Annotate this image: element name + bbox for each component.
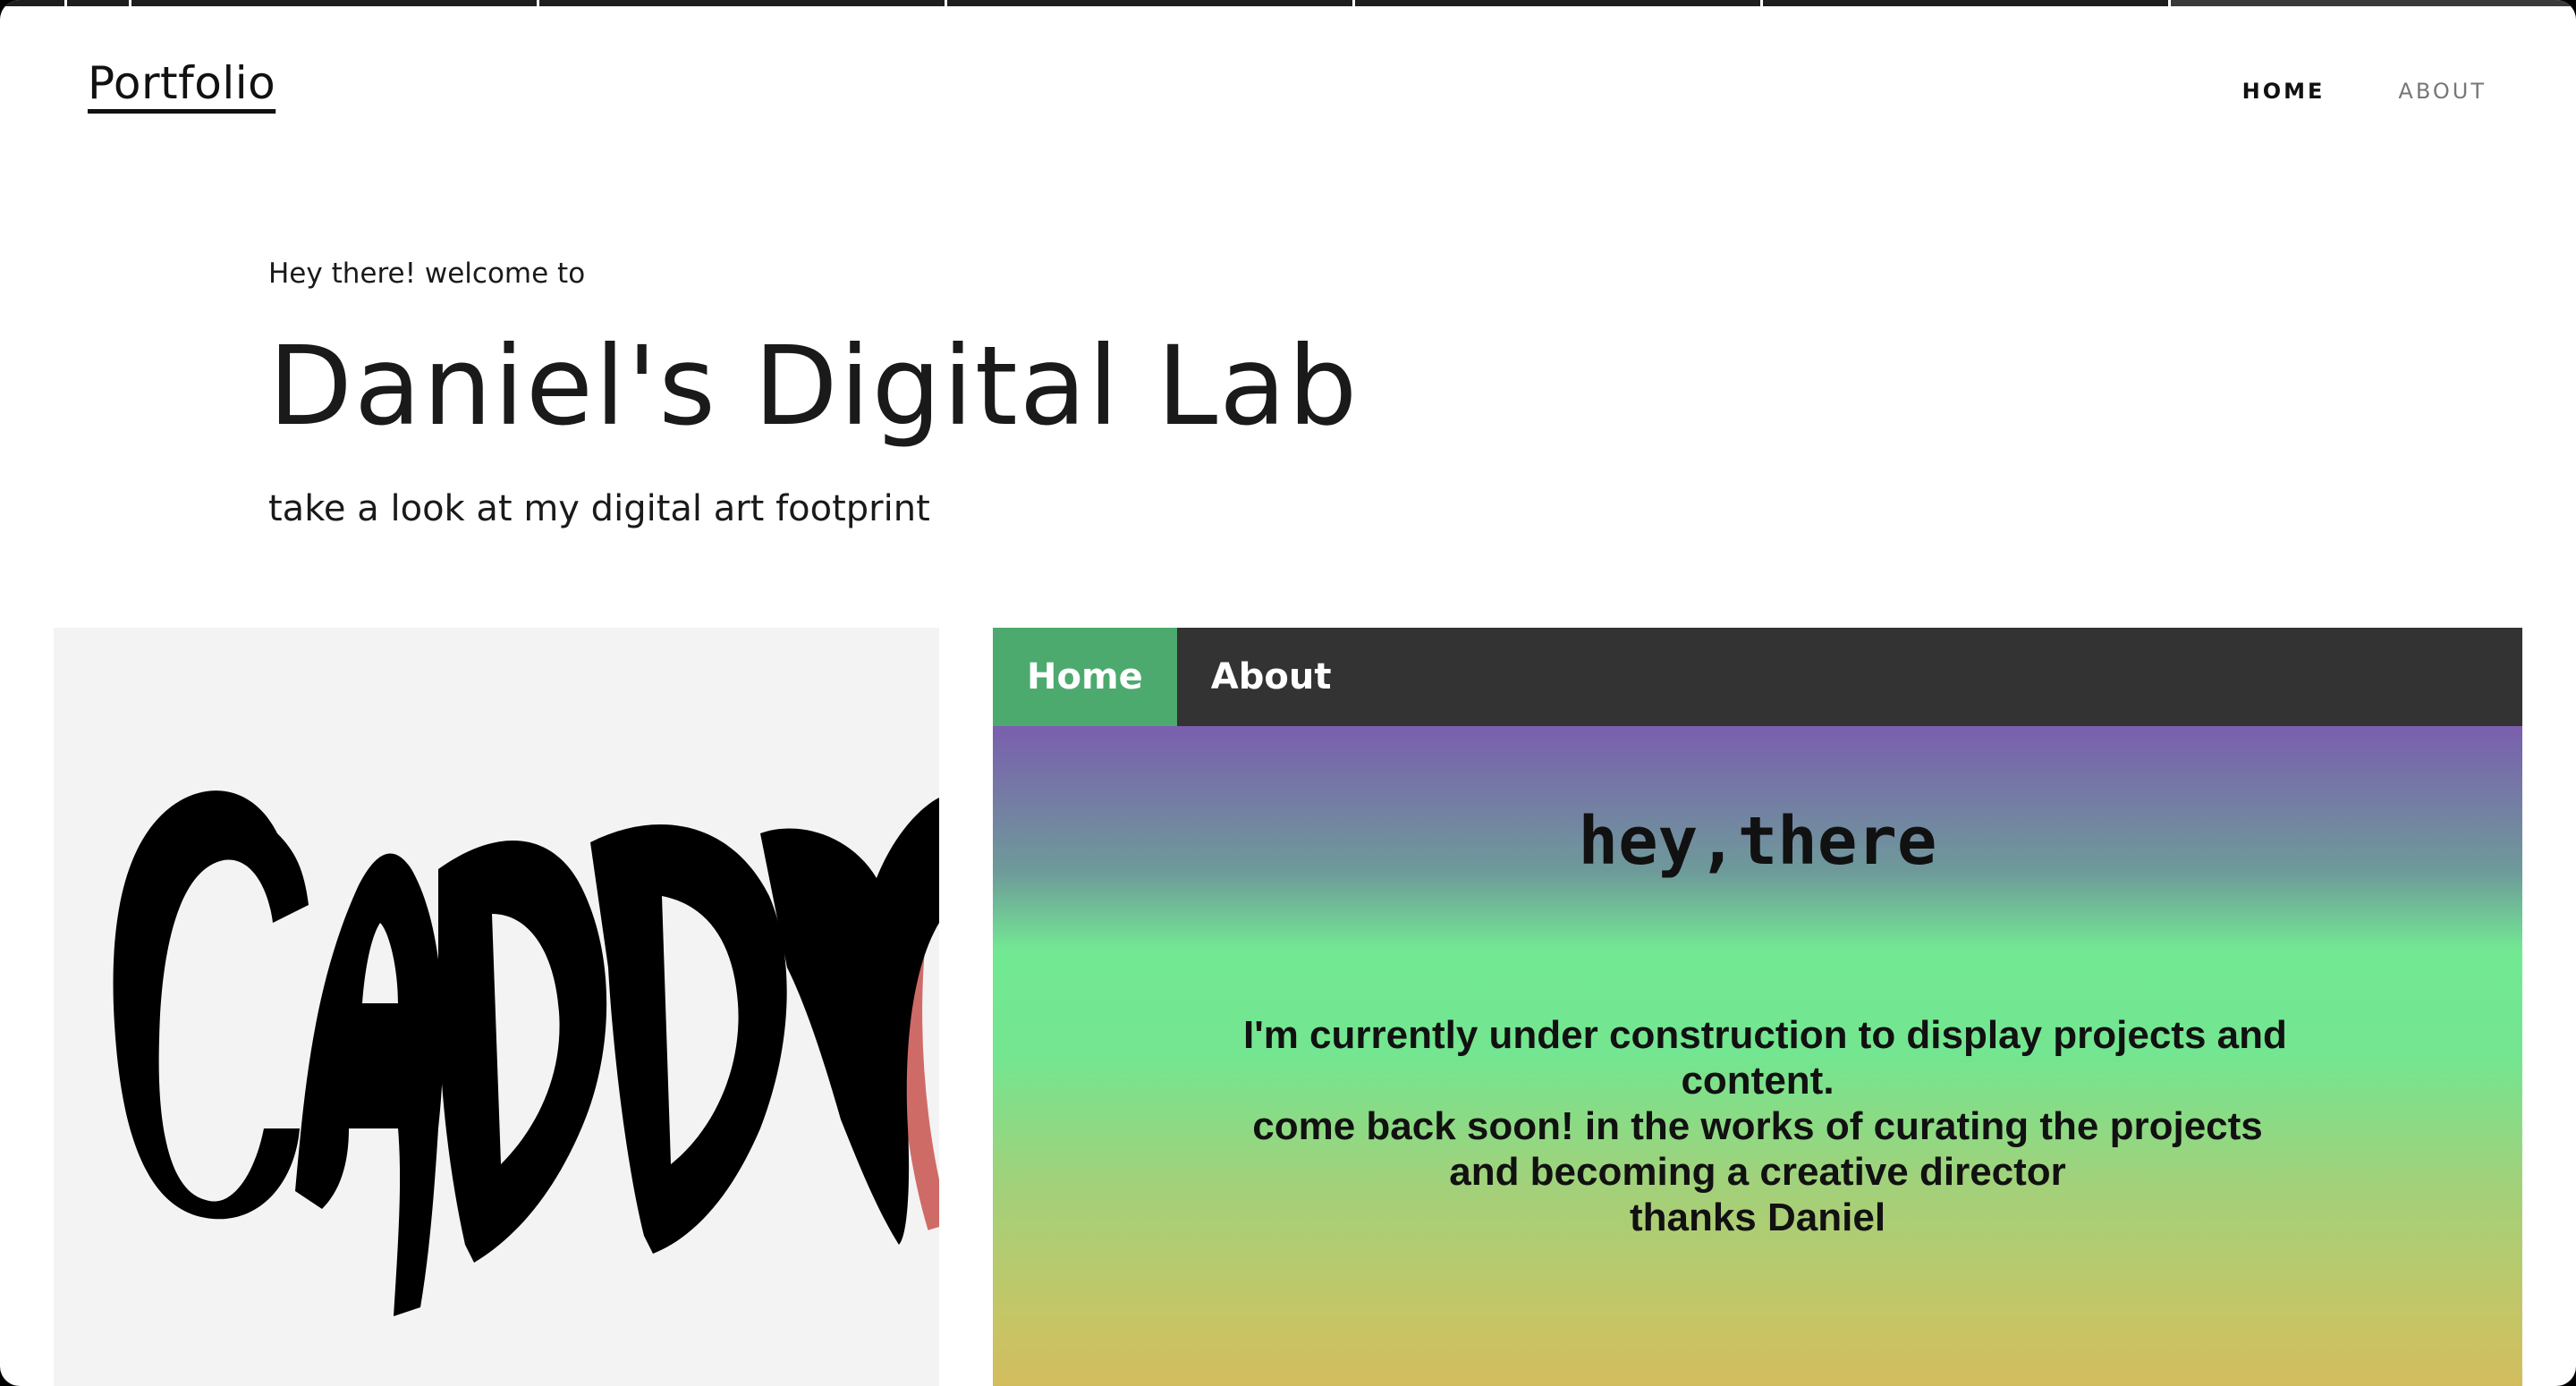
preview-message-line: come back soon! in the works of curating… <box>1252 1104 2263 1148</box>
tab-segment[interactable] <box>1355 0 1763 6</box>
preview-message-line: thanks Daniel <box>1629 1196 1886 1239</box>
project-card-caddy-artwork[interactable] <box>54 628 939 1386</box>
hero-kicker: Hey there! welcome to <box>268 258 586 290</box>
preview-message: I'm currently under construction to disp… <box>1243 1012 2287 1240</box>
letter-d-shape <box>590 824 787 1254</box>
preview-message-line: I'm currently under construction to disp… <box>1243 1013 2287 1057</box>
preview-gradient-body: hey,there I'm currently under constructi… <box>993 726 2522 1386</box>
hero-subtitle: take a look at my digital art footprint <box>268 488 930 529</box>
preview-message-line: content. <box>1681 1059 1835 1103</box>
preview-nav-about[interactable]: About <box>1177 628 1366 726</box>
brand-logo-link[interactable]: Portfolio <box>88 57 275 109</box>
nav-about-link[interactable]: ABOUT <box>2398 79 2487 104</box>
tab-segment[interactable] <box>2171 0 2576 6</box>
caddy-lettering-artwork <box>113 790 939 1316</box>
tab-segment[interactable] <box>947 0 1355 6</box>
preview-heading: hey,there <box>1578 803 1937 880</box>
hero-title: Daniel's Digital Lab <box>268 323 1360 450</box>
tab-segment[interactable] <box>67 0 131 6</box>
preview-nav-home[interactable]: Home <box>993 628 1177 726</box>
project-card-site-preview[interactable]: Home About hey,there I'm currently under… <box>993 628 2522 1386</box>
tab-segment[interactable] <box>131 0 539 6</box>
letter-d-shape <box>438 840 607 1263</box>
portfolio-page: Portfolio HOME ABOUT Hey there! welcome … <box>0 0 2576 1386</box>
tab-segment[interactable] <box>1763 0 2171 6</box>
main-nav: HOME ABOUT <box>2242 79 2487 104</box>
tab-segment[interactable] <box>539 0 947 6</box>
preview-navbar: Home About <box>993 628 2522 726</box>
letter-c-shape <box>113 790 309 1220</box>
browser-tab-strip <box>0 0 2576 6</box>
nav-home-link[interactable]: HOME <box>2242 79 2326 104</box>
preview-message-line: and becoming a creative director <box>1449 1150 2066 1194</box>
tab-segment[interactable] <box>0 0 67 6</box>
letter-a-shape <box>295 853 444 1316</box>
